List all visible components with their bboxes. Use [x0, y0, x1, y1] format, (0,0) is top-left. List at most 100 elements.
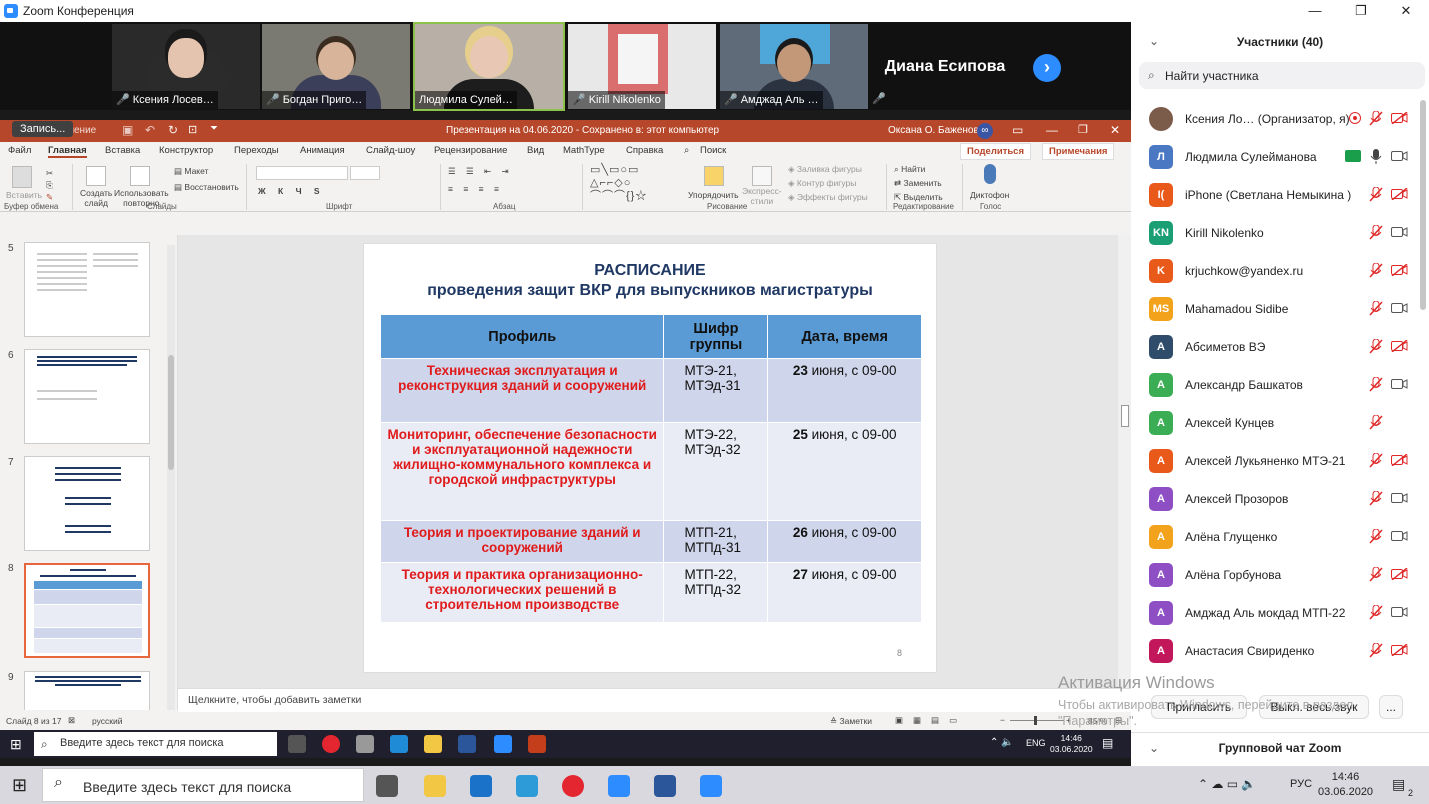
participant-row[interactable]: А Алексей Лукьяненко МТЭ-21: [1131, 442, 1421, 480]
word-icon[interactable]: [458, 735, 476, 753]
save-icon[interactable]: ▣: [122, 123, 133, 137]
ppt-close-button[interactable]: ✕: [1110, 123, 1120, 137]
next-page-arrow-button[interactable]: ›: [1033, 54, 1061, 82]
shapes-gallery[interactable]: ▭╲▭○▭ △⌐⌐◇○ ⌒⌒⌒{}☆: [590, 164, 647, 203]
word-icon[interactable]: [654, 775, 676, 797]
mic-on-icon[interactable]: [1369, 149, 1383, 164]
find-button[interactable]: ⌕ Найти: [894, 164, 925, 175]
participant-row[interactable]: А Алёна Глущенко: [1131, 518, 1421, 556]
thumbnails-scrollbar[interactable]: [167, 245, 175, 710]
menu-insert[interactable]: Вставка: [105, 145, 140, 156]
new-slide-button[interactable]: Создать слайд: [80, 188, 112, 208]
menu-slideshow[interactable]: Слайд-шоу: [366, 145, 415, 156]
muted-mic-icon[interactable]: [1369, 529, 1383, 544]
participant-row[interactable]: А Алексей Кунцев: [1131, 404, 1421, 442]
participant-row[interactable]: Л Людмила Сулейманова: [1131, 138, 1421, 176]
muted-mic-icon[interactable]: [1369, 377, 1383, 392]
tray-icons[interactable]: ⌃ 🔈: [990, 737, 1014, 748]
menu-help[interactable]: Справка: [626, 145, 663, 156]
muted-mic-icon[interactable]: [1369, 491, 1383, 506]
video-tile[interactable]: 🎤 Ксения Лосев…: [112, 24, 260, 109]
undo-icon[interactable]: ↶: [145, 123, 155, 137]
slide-thumbnail-selected[interactable]: [24, 563, 150, 658]
font-name-select[interactable]: [256, 166, 348, 180]
current-slide[interactable]: РАСПИСАНИЕ проведения защит ВКР для выпу…: [363, 243, 937, 673]
share-button[interactable]: Поделиться: [960, 143, 1032, 160]
muted-mic-icon[interactable]: [1369, 415, 1383, 430]
ppt-maximize-button[interactable]: ❐: [1078, 123, 1088, 136]
zoom-taskbar-icon[interactable]: [494, 735, 512, 753]
close-button[interactable]: ✕: [1383, 0, 1429, 22]
cut-icon[interactable]: ✂: [46, 168, 53, 179]
zoom-meeting-taskbar-icon[interactable]: [700, 775, 722, 797]
powerpoint-taskbar-icon[interactable]: [528, 735, 546, 753]
participant-row[interactable]: А Алёна Горбунова: [1131, 556, 1421, 594]
windows-start-icon[interactable]: ⊞: [10, 736, 22, 753]
present-icon[interactable]: ⊡: [188, 123, 197, 136]
recording-indicator[interactable]: Запись...: [12, 121, 74, 137]
slide-thumbnail[interactable]: [24, 456, 150, 551]
slide-thumbnail[interactable]: [24, 349, 150, 444]
taskbar-search-box[interactable]: Введите здесь текст для поиска: [34, 732, 277, 756]
task-view-icon[interactable]: [376, 775, 398, 797]
comments-button[interactable]: Примечания: [1042, 143, 1115, 160]
language-indicator[interactable]: русский: [92, 716, 123, 726]
participant-row[interactable]: А Александр Башкатов: [1131, 366, 1421, 404]
view-buttons[interactable]: ▣▦▤▭: [895, 715, 967, 726]
menu-design[interactable]: Конструктор: [159, 145, 213, 156]
keyboard-language[interactable]: РУС: [1290, 778, 1312, 790]
notification-icon[interactable]: ▤: [1102, 736, 1113, 750]
shape-outline-button[interactable]: ◈ Контур фигуры: [788, 178, 856, 189]
dictate-button[interactable]: Диктофон: [970, 190, 1009, 200]
video-off-icon[interactable]: [1391, 112, 1408, 124]
arrange-button[interactable]: Упорядочить: [688, 190, 739, 200]
file-explorer-icon[interactable]: [424, 735, 442, 753]
menu-animation[interactable]: Анимация: [300, 145, 345, 156]
participant-row[interactable]: А Абсиметов ВЭ: [1131, 328, 1421, 366]
redo-icon[interactable]: ↻: [168, 123, 178, 137]
video-off-icon[interactable]: [1391, 644, 1408, 656]
maximize-button[interactable]: ❐: [1338, 0, 1384, 22]
keyboard-language[interactable]: ENG: [1026, 738, 1046, 748]
video-icon[interactable]: [1391, 492, 1408, 504]
participant-row[interactable]: KN Kirill Nikolenko: [1131, 214, 1421, 252]
video-off-icon[interactable]: [1391, 340, 1408, 352]
participant-row[interactable]: А Алексей Прозоров: [1131, 480, 1421, 518]
yandex-browser-icon[interactable]: [562, 775, 584, 797]
spellcheck-icon[interactable]: ⊠: [68, 715, 75, 726]
menu-view[interactable]: Вид: [527, 145, 544, 156]
menu-mathtype[interactable]: MathType: [563, 145, 605, 156]
shape-fill-button[interactable]: ◈ Заливка фигуры: [788, 164, 862, 175]
participant-row[interactable]: А Анастасия Свириденко: [1131, 632, 1421, 670]
muted-mic-icon[interactable]: [1369, 643, 1383, 658]
video-icon[interactable]: [1391, 302, 1408, 314]
notes-pane[interactable]: Щелкните, чтобы добавить заметки: [178, 688, 1131, 712]
muted-mic-icon[interactable]: [1369, 225, 1383, 240]
muted-mic-icon[interactable]: [1369, 605, 1383, 620]
zoom-slider[interactable]: [1010, 716, 1064, 725]
video-icon[interactable]: [1391, 606, 1408, 618]
shape-effects-button[interactable]: ◈ Эффекты фигуры: [788, 192, 868, 203]
zoom-taskbar-icon[interactable]: [608, 775, 630, 797]
video-icon[interactable]: [1391, 150, 1408, 162]
zoom-out-button[interactable]: −: [1000, 715, 1005, 725]
windows-start-icon[interactable]: ⊞: [12, 775, 27, 796]
layout-button[interactable]: ▤ Макет: [174, 166, 208, 177]
notes-toggle[interactable]: ≙ Заметки: [830, 716, 872, 727]
video-icon[interactable]: [1391, 226, 1408, 238]
muted-mic-icon[interactable]: [1369, 567, 1383, 582]
participant-search-input[interactable]: Найти участника: [1139, 62, 1425, 89]
quick-styles-button[interactable]: Экспресс- стили: [742, 186, 782, 206]
muted-mic-icon[interactable]: [1369, 453, 1383, 468]
muted-mic-icon[interactable]: [1369, 187, 1383, 202]
reuse-slides-icon[interactable]: [130, 166, 150, 186]
taskbar-clock[interactable]: 14:46 03.06.2020: [1318, 770, 1373, 800]
copy-icon[interactable]: ⎘: [46, 180, 53, 191]
video-tile[interactable]: 🎤 Богдан Приго…: [262, 24, 410, 109]
participant-row[interactable]: А Амджад Аль мокдад МТП-22: [1131, 594, 1421, 632]
video-tile-active-speaker[interactable]: Людмила Сулей…: [413, 22, 565, 111]
muted-mic-icon[interactable]: [1369, 111, 1383, 126]
notification-icon[interactable]: ▤: [1392, 776, 1405, 793]
edge-icon[interactable]: [390, 735, 408, 753]
minimize-button[interactable]: —: [1292, 0, 1338, 22]
